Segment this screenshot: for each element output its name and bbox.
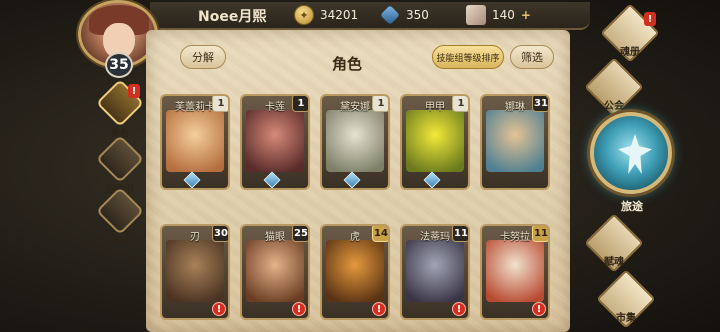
character-level-badge: 31 bbox=[532, 96, 548, 112]
sort-by-skill-level-button[interactable]: 技能组等级排序 bbox=[432, 45, 504, 69]
character-level-badge: 1 bbox=[212, 96, 228, 112]
character-portrait bbox=[486, 110, 544, 172]
character-portrait bbox=[166, 240, 224, 302]
menu-guild-label: 公会 bbox=[604, 101, 624, 112]
character-level-badge: 11 bbox=[532, 226, 548, 242]
character-card[interactable]: 卡努拉 11! bbox=[480, 224, 550, 320]
menu-soul-book[interactable]: 魂册 ! bbox=[600, 3, 660, 63]
material-icon bbox=[95, 186, 145, 236]
character-portrait bbox=[326, 110, 384, 172]
journey-button[interactable] bbox=[590, 112, 672, 194]
menu-empower[interactable]: 赋魂 bbox=[584, 213, 644, 273]
gold-resource[interactable]: ✦ 34201 bbox=[294, 4, 358, 26]
character-level-badge: 1 bbox=[292, 96, 308, 112]
menu-market-label: 市集 bbox=[616, 313, 636, 324]
character-card[interactable]: 猫眼 25! bbox=[240, 224, 310, 320]
menu-material[interactable]: 素材 bbox=[95, 186, 145, 247]
character-card[interactable]: 刃 30! bbox=[160, 224, 230, 320]
menu-soul-book-label: 魂册 bbox=[620, 47, 640, 58]
menu-market[interactable]: 市集 bbox=[596, 269, 656, 329]
skill-book-icon bbox=[95, 134, 145, 184]
character-card[interactable]: 法蒂玛 11! bbox=[400, 224, 470, 320]
character-level-badge: 14 bbox=[372, 226, 388, 242]
alert-icon: ! bbox=[372, 302, 386, 316]
menu-character-alert: ! bbox=[128, 84, 140, 98]
decompose-button[interactable]: 分解 bbox=[180, 45, 226, 69]
gold-coin-icon: ✦ bbox=[294, 5, 314, 25]
character-level-badge: 1 bbox=[372, 96, 388, 112]
gem-resource[interactable]: 350 bbox=[380, 4, 429, 26]
character-portrait bbox=[326, 240, 384, 302]
character-card[interactable]: 虎 14! bbox=[320, 224, 390, 320]
panel-title: 角色 bbox=[332, 55, 363, 73]
player-name: Noee月熙 bbox=[198, 9, 267, 25]
character-card[interactable]: 甲甲 1 bbox=[400, 94, 470, 190]
alert-icon: ! bbox=[532, 302, 546, 316]
journey-label: 旅途 bbox=[621, 200, 643, 213]
alert-icon: ! bbox=[452, 302, 466, 316]
character-portrait bbox=[406, 240, 464, 302]
character-portrait bbox=[486, 240, 544, 302]
character-portrait bbox=[166, 110, 224, 172]
menu-soul-book-alert: ! bbox=[644, 12, 656, 26]
character-card[interactable]: 卡莲 1 bbox=[240, 94, 310, 190]
skill-gem-icon bbox=[263, 171, 281, 188]
character-level-badge: 30 bbox=[212, 226, 228, 242]
character-level-badge: 11 bbox=[452, 226, 468, 242]
character-card[interactable]: 黛安娜 1 bbox=[320, 94, 390, 190]
gold-value: 34201 bbox=[320, 8, 359, 22]
character-level-badge: 1 bbox=[452, 96, 468, 112]
menu-character[interactable]: 角色 ! bbox=[95, 78, 145, 139]
alert-icon: ! bbox=[212, 302, 226, 316]
character-card[interactable]: 娜琳 31 bbox=[480, 94, 550, 190]
character-portrait bbox=[246, 110, 304, 172]
gem-value: 350 bbox=[406, 8, 429, 22]
menu-guild[interactable]: 公会 bbox=[584, 57, 644, 117]
add-shard-button[interactable]: + bbox=[521, 8, 531, 22]
character-portrait bbox=[246, 240, 304, 302]
player-level-badge: 35 bbox=[105, 52, 133, 78]
alert-icon: ! bbox=[292, 302, 306, 316]
character-portrait bbox=[406, 110, 464, 172]
filter-button[interactable]: 筛选 bbox=[510, 45, 554, 69]
shard-resource[interactable]: 140 + bbox=[466, 4, 531, 26]
skill-gem-icon bbox=[423, 171, 441, 188]
shard-value: 140 bbox=[492, 8, 515, 22]
menu-empower-label: 赋魂 bbox=[604, 257, 624, 268]
menu-skill-book[interactable]: 技能书 bbox=[95, 134, 145, 195]
journey-emblem-icon bbox=[618, 134, 652, 174]
character-card[interactable]: 芙蕾莉卡 1 bbox=[160, 94, 230, 190]
shard-icon bbox=[466, 5, 486, 25]
blue-gem-icon bbox=[380, 5, 400, 25]
menu-material-label: 素材 bbox=[110, 237, 129, 247]
skill-gem-icon bbox=[343, 171, 361, 188]
character-level-badge: 25 bbox=[292, 226, 308, 242]
skill-gem-icon bbox=[183, 171, 201, 188]
